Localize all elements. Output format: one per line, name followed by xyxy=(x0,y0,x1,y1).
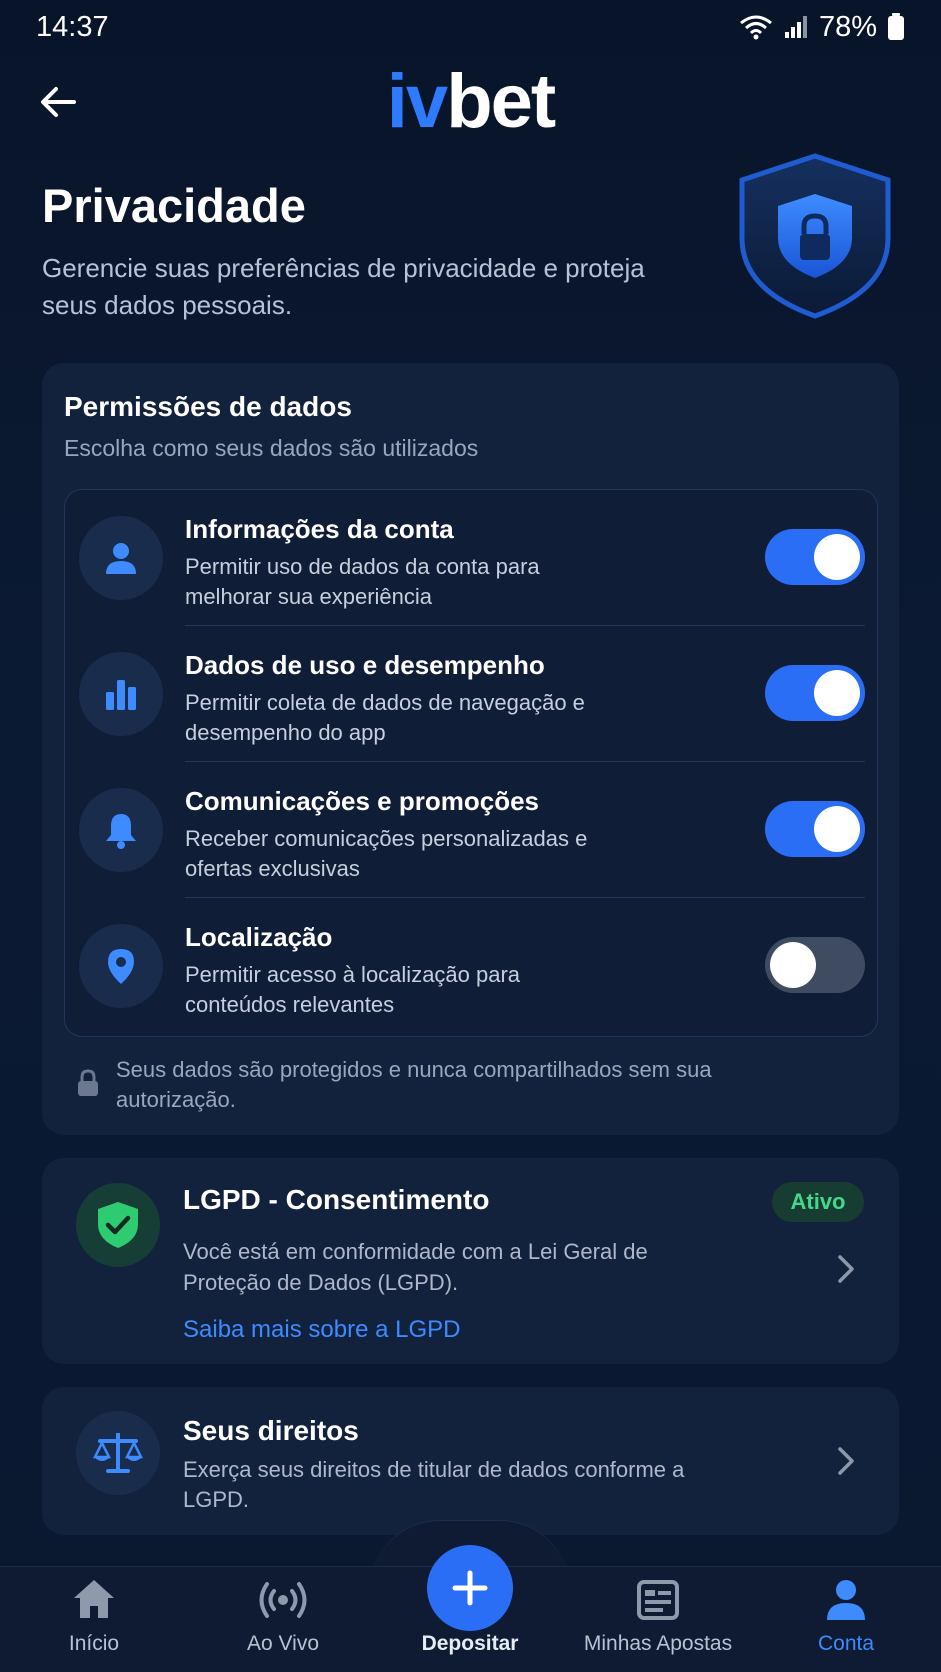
toggle-knob xyxy=(814,534,860,580)
permission-item-location: Localização Permitir acesso à localizaçã… xyxy=(65,898,879,1034)
signal-icon xyxy=(783,14,809,40)
permission-title: Informações da conta xyxy=(185,514,454,544)
privacy-screen: 14:37 78% ivbet Privacidade Gerencie sua… xyxy=(0,0,941,1672)
permission-title: Comunicações e promoções xyxy=(185,786,539,816)
shield-check-icon xyxy=(76,1183,160,1267)
permission-description: Permitir uso de dados da conta para melh… xyxy=(185,554,540,609)
wifi-icon xyxy=(739,14,773,40)
permission-title: Localização xyxy=(185,922,333,952)
lgpd-learn-more-link[interactable]: Saiba mais sobre a LGPD xyxy=(183,1316,460,1344)
lock-icon xyxy=(76,1069,100,1102)
lgpd-consent-card[interactable]: LGPD - Consentimento Ativo Você está em … xyxy=(42,1158,899,1364)
toggle-knob xyxy=(814,670,860,716)
rights-title: Seus direitos xyxy=(183,1415,359,1446)
permissions-title: Permissões de dados xyxy=(64,391,352,422)
deposit-label[interactable]: Depositar xyxy=(390,1632,550,1656)
home-icon xyxy=(70,1576,118,1624)
bar-chart-icon xyxy=(79,652,163,736)
location-pin-icon xyxy=(79,924,163,1008)
status-badge: Ativo xyxy=(772,1182,864,1222)
data-permissions-card: Permissões de dados Escolha como seus da… xyxy=(42,363,899,1135)
permissions-subtitle: Escolha como seus dados são utilizados xyxy=(64,435,479,461)
permission-item-account-info: Informações da conta Permitir uso de dad… xyxy=(65,490,879,626)
status-icons: 78% xyxy=(739,11,905,44)
page-subtitle: Gerencie suas preferências de privacidad… xyxy=(42,253,645,320)
permission-description: Permitir acesso à localização para conte… xyxy=(185,962,521,1017)
page-title: Privacidade xyxy=(42,179,306,232)
user-icon xyxy=(822,1576,870,1624)
permissions-list: Informações da conta Permitir uso de dad… xyxy=(64,489,878,1037)
location-toggle[interactable] xyxy=(765,937,865,993)
privacy-note: Seus dados são protegidos e nunca compar… xyxy=(116,1057,712,1112)
shield-lock-icon xyxy=(732,150,898,322)
user-icon xyxy=(79,516,163,600)
plus-icon xyxy=(452,1570,488,1606)
status-bar: 14:37 78% xyxy=(0,0,941,54)
ivbet-logo: ivbet xyxy=(386,59,556,144)
bell-icon xyxy=(79,788,163,872)
top-header: ivbet xyxy=(0,62,941,142)
lgpd-title: LGPD - Consentimento xyxy=(183,1184,490,1215)
your-rights-card[interactable]: Seus direitos Exerça seus direitos de ti… xyxy=(42,1387,899,1535)
chevron-right-icon[interactable] xyxy=(834,1251,858,1287)
permission-title: Dados de uso e desempenho xyxy=(185,650,545,680)
nav-item-my-bets[interactable]: Minhas Apostas xyxy=(578,1574,738,1664)
permission-description: Permitir coleta de dados de navegação e … xyxy=(185,690,585,745)
nav-item-live[interactable]: Ao Vivo xyxy=(203,1574,363,1664)
broadcast-icon xyxy=(259,1576,307,1624)
bet-slip-icon xyxy=(634,1576,682,1624)
battery-icon xyxy=(887,13,905,41)
nav-item-home[interactable]: Início xyxy=(14,1574,174,1664)
permission-item-communications: Comunicações e promoções Receber comunic… xyxy=(65,762,879,898)
lgpd-description: Você está em conformidade com a Lei Gera… xyxy=(183,1239,648,1295)
communications-toggle[interactable] xyxy=(765,801,865,857)
scales-icon xyxy=(76,1411,160,1495)
chevron-right-icon[interactable] xyxy=(834,1443,858,1479)
nav-item-account[interactable]: Conta xyxy=(766,1574,926,1664)
permission-description: Receber comunicações personalizadas e of… xyxy=(185,826,588,881)
rights-description: Exerça seus direitos de titular de dados… xyxy=(183,1457,685,1512)
permission-item-usage-data: Dados de uso e desempenho Permitir colet… xyxy=(65,626,879,762)
deposit-button[interactable] xyxy=(427,1545,513,1631)
account-info-toggle[interactable] xyxy=(765,529,865,585)
usage-data-toggle[interactable] xyxy=(765,665,865,721)
battery-level: 78% xyxy=(818,10,877,43)
toggle-knob xyxy=(770,942,816,988)
toggle-knob xyxy=(814,806,860,852)
status-time: 14:37 xyxy=(36,10,109,43)
